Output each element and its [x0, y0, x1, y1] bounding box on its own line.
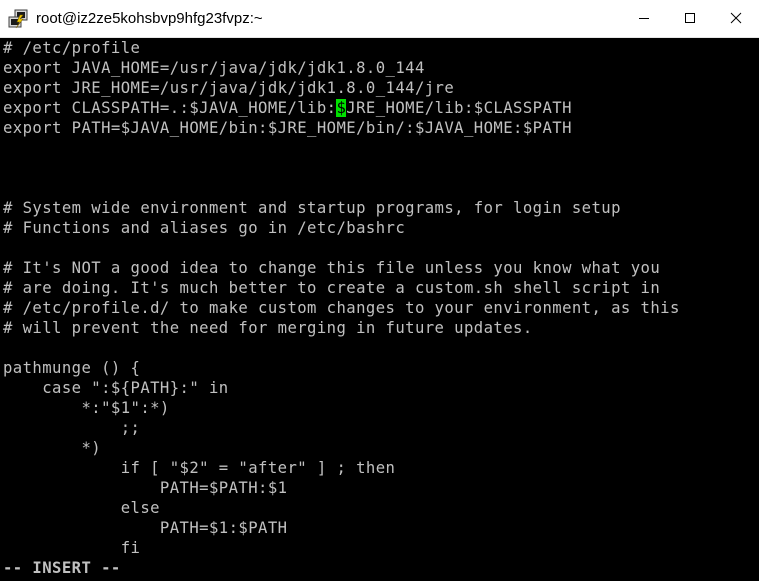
terminal-window: root@iz2ze5kohsbvp9hfg23fvpz:~ # /etc/pr… — [0, 0, 759, 581]
maximize-icon — [685, 13, 695, 23]
cursor-line-before: export CLASSPATH=.:$JAVA_HOME/lib: — [3, 99, 337, 117]
terminal-line: # /etc/profile.d/ to make custom changes… — [3, 299, 680, 317]
vim-mode-status: -- INSERT -- — [3, 559, 121, 577]
text-cursor: $ — [336, 99, 347, 117]
terminal-line: fi — [3, 539, 141, 557]
terminal-line: # Functions and aliases go in /etc/bashr… — [3, 219, 406, 237]
minimize-button[interactable] — [621, 0, 667, 37]
terminal-line: # /etc/profile — [3, 39, 141, 57]
window-title: root@iz2ze5kohsbvp9hfg23fvpz:~ — [36, 10, 263, 27]
terminal-line: # will prevent the need for merging in f… — [3, 319, 533, 337]
terminal-line: ;; — [3, 419, 141, 437]
terminal-line: if [ "$2" = "after" ] ; then — [3, 459, 396, 477]
terminal-line: else — [3, 499, 160, 517]
close-button[interactable] — [713, 0, 759, 37]
terminal-area[interactable]: # /etc/profile export JAVA_HOME=/usr/jav… — [0, 38, 759, 581]
title-bar[interactable]: root@iz2ze5kohsbvp9hfg23fvpz:~ — [0, 0, 759, 38]
terminal-line-cursor: export CLASSPATH=.:$JAVA_HOME/lib:$JRE_H… — [3, 98, 572, 118]
terminal-line: # System wide environment and startup pr… — [3, 199, 621, 217]
terminal-line: export JAVA_HOME=/usr/java/jdk/jdk1.8.0_… — [3, 59, 425, 77]
terminal-line: # It's NOT a good idea to change this fi… — [3, 259, 661, 277]
minimize-icon — [639, 18, 649, 19]
terminal-line: # are doing. It's much better to create … — [3, 279, 661, 297]
terminal-line: PATH=$1:$PATH — [3, 519, 288, 537]
terminal-line: PATH=$PATH:$1 — [3, 479, 288, 497]
putty-icon[interactable] — [8, 9, 28, 29]
terminal-line: export JRE_HOME=/usr/java/jdk/jdk1.8.0_1… — [3, 79, 455, 97]
terminal-line: case ":${PATH}:" in — [3, 379, 229, 397]
terminal-line: *) — [3, 439, 102, 457]
terminal-line: *:"$1":*) — [3, 399, 170, 417]
close-icon — [730, 12, 742, 24]
cursor-line-after: JRE_HOME/lib:$CLASSPATH — [346, 99, 572, 117]
maximize-button[interactable] — [667, 0, 713, 37]
terminal-line: pathmunge () { — [3, 359, 141, 377]
terminal-line: export PATH=$JAVA_HOME/bin:$JRE_HOME/bin… — [3, 119, 572, 137]
